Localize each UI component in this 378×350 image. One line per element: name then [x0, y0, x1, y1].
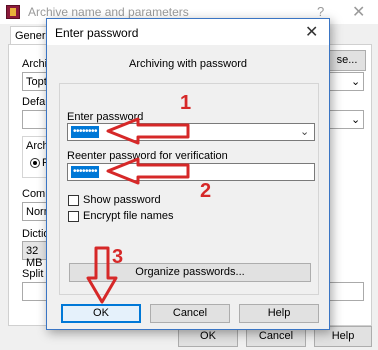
step-3-number: 3	[112, 246, 124, 268]
arrow-2-icon	[106, 157, 190, 185]
arrow-1-icon	[106, 117, 190, 145]
annotation-overlay	[86, 117, 190, 304]
step-2-number: 2	[200, 180, 212, 202]
step-1-number: 1	[180, 92, 192, 114]
